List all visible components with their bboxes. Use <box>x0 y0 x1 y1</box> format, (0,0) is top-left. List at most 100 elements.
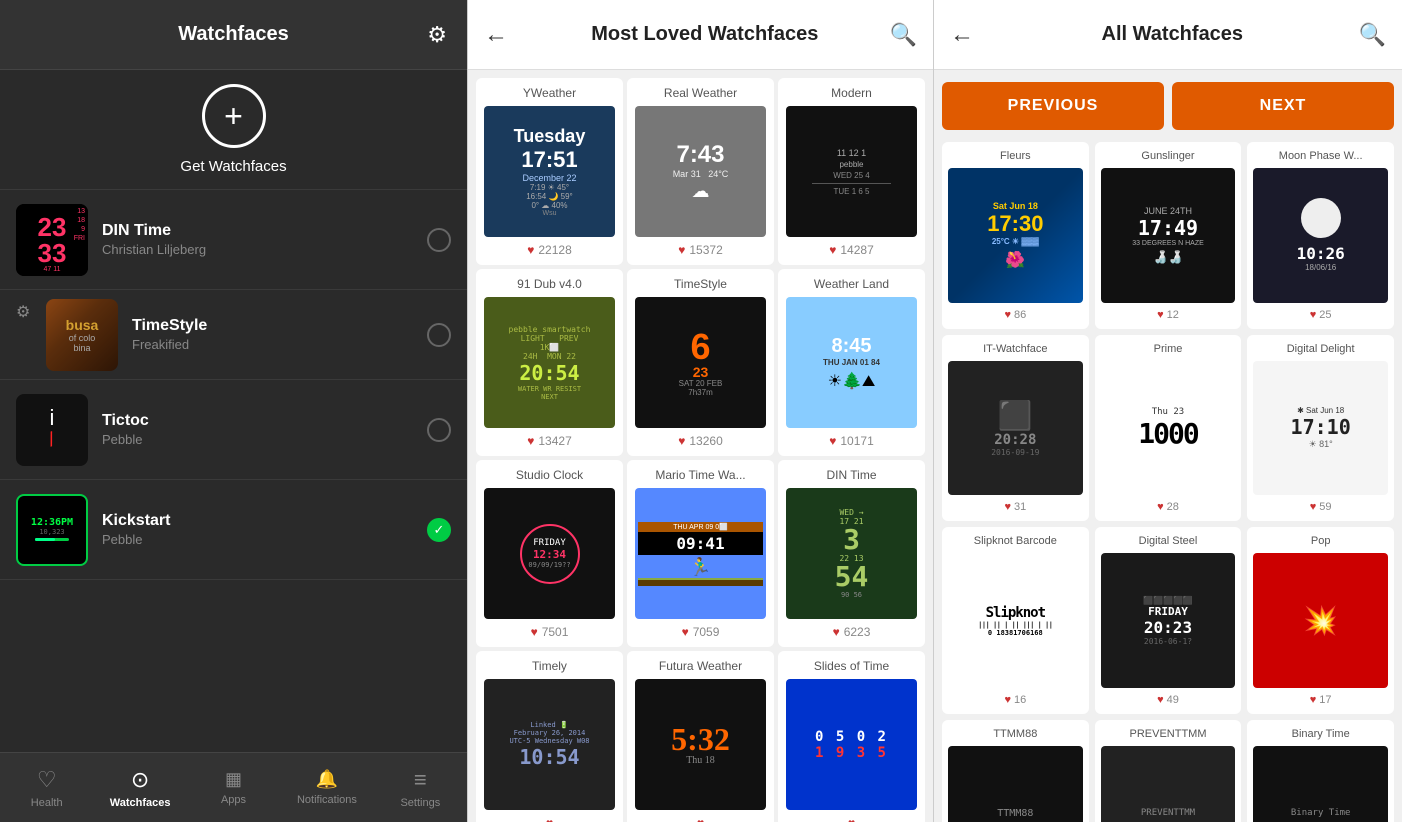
nav-label-apps: Apps <box>221 794 246 806</box>
list-item[interactable]: 91 Dub v4.0 pebble smartwatch LIGHT PREV… <box>476 269 623 456</box>
apps-icon: ▦ <box>225 769 242 790</box>
nav-item-settings[interactable]: ≡ Settings <box>374 767 467 809</box>
heart-icon: ♥ <box>848 816 855 822</box>
list-item[interactable]: DIN Time WED → 17 21 3 22 13 54 90 56 ♥ … <box>778 460 925 647</box>
watchface-radio[interactable] <box>427 418 451 442</box>
watchface-thumbnail: 6 23 SAT 20 FEB 7h37m <box>635 297 766 428</box>
watchface-thumbnail: JUNE 24TH 17:49 33 DEGREES N HAZE 🍶🍶 <box>1101 168 1236 303</box>
list-item[interactable]: Timely Linked 🔋 February 26, 2014 UTC-5 … <box>476 651 623 822</box>
watchface-thumbnail: Linked 🔋 February 26, 2014 UTC-5 Wednesd… <box>484 679 615 810</box>
list-item[interactable]: Weather Land 8:45 THU JAN 01 84 ☀🌲⛰ ♥ 10… <box>778 269 925 456</box>
watchface-thumbnail: 0 5 0 2 1 9 3 5 <box>786 679 917 810</box>
watchface-name: Pop <box>1253 535 1388 547</box>
notifications-icon: 🔔 <box>316 769 338 790</box>
list-item[interactable]: 23 33 13189FRI 47 11 DIN Time Christian … <box>0 190 467 290</box>
list-item[interactable]: Prime Thu 23 1000 ♥ 28 <box>1095 335 1242 522</box>
get-watchfaces-item[interactable]: + Get Watchfaces <box>0 70 467 190</box>
watchface-name: Gunslinger <box>1101 150 1236 162</box>
right-panel: ← All Watchfaces 🔍 PREVIOUS NEXT Fleurs … <box>934 0 1402 822</box>
watchface-thumbnail: 7:43 Mar 31 24°C ☁ <box>635 106 766 237</box>
watchfaces-icon: ⊙ <box>131 767 149 793</box>
list-item[interactable]: Slipknot Barcode Slipknot ||| || | || ||… <box>942 527 1089 714</box>
back-button[interactable]: ← <box>950 21 974 49</box>
list-item[interactable]: Studio Clock FRIDAY 12:34 09/09/19?? ♥ 7… <box>476 460 623 647</box>
watchface-radio-active[interactable] <box>427 518 451 542</box>
list-item[interactable]: Fleurs Sat Jun 18 17:30 25°C ☀ ▓▓▓ 🌺 ♥ 8… <box>942 142 1089 329</box>
list-item[interactable]: Mario Time Wa... THU APR 09 0⬜ 09:41 🏃‍♂… <box>627 460 774 647</box>
watchface-author: Pebble <box>102 432 427 447</box>
list-item[interactable]: TimeStyle 6 23 SAT 20 FEB 7h37m ♥ 13260 <box>627 269 774 456</box>
watchface-author: Freakified <box>132 337 427 352</box>
heart-icon: ♥ <box>1310 694 1317 706</box>
settings-icon[interactable]: ⚙ <box>427 22 447 48</box>
list-item[interactable]: 12:36PM 10,323 Kickstart Pebble <box>0 480 467 580</box>
list-item[interactable]: Digital Delight ✱ Sat Jun 18 17:10 ☀ 81°… <box>1247 335 1394 522</box>
watchface-name: Digital Steel <box>1101 535 1236 547</box>
heart-icon: ♥ <box>678 243 685 257</box>
next-button[interactable]: NEXT <box>1172 82 1394 130</box>
watchface-name: Digital Delight <box>1253 343 1388 355</box>
nav-item-apps[interactable]: ▦ Apps <box>187 769 280 806</box>
heart-icon: ♥ <box>829 243 836 257</box>
watchface-likes: ♥ <box>848 816 855 822</box>
list-item[interactable]: Digital Steel ⬛⬛⬛⬛⬛ FRIDAY 20:23 2016-06… <box>1095 527 1242 714</box>
list-item[interactable]: Binary Time Binary Time ♥ <box>1247 720 1394 822</box>
list-item[interactable]: PREVENTTMM PREVENTTMM ♥ <box>1095 720 1242 822</box>
watchface-author: Pebble <box>102 532 427 547</box>
list-item[interactable]: IT-Watchface ⬛ 20:28 2016-09-19 ♥ 31 <box>942 335 1089 522</box>
watchface-likes: ♥ 22128 <box>527 243 572 257</box>
list-item[interactable]: Modern 11 12 1 pebble WED 25 4 TUE 1 6 5… <box>778 78 925 265</box>
list-item[interactable]: Moon Phase W... 10:26 18/06/16 ♥ 25 <box>1247 142 1394 329</box>
watchface-radio[interactable] <box>427 228 451 252</box>
watchface-radio[interactable] <box>427 323 451 347</box>
back-button[interactable]: ← <box>484 21 508 49</box>
list-item[interactable]: Slides of Time 0 5 0 2 1 9 3 5 ♥ <box>778 651 925 822</box>
heart-icon: ♥ <box>1004 694 1011 706</box>
watchface-thumbnail: FRIDAY 12:34 09/09/19?? <box>484 488 615 619</box>
watchfaces-list: + Get Watchfaces 23 33 13189FRI 47 11 DI… <box>0 70 467 752</box>
list-item[interactable]: Futura Weather 5:32 Thu 18 ♥ <box>627 651 774 822</box>
watchface-name: Kickstart <box>102 512 427 530</box>
watchface-thumbnail: 11 12 1 pebble WED 25 4 TUE 1 6 5 <box>786 106 917 237</box>
search-button[interactable]: 🔍 <box>890 22 917 48</box>
heart-icon: ♥ <box>527 434 534 448</box>
nav-item-watchfaces[interactable]: ⊙ Watchfaces <box>93 767 186 809</box>
watchface-info: Kickstart Pebble <box>102 512 427 547</box>
watchface-name: PREVENTTMM <box>1101 728 1236 740</box>
plus-icon: + <box>224 100 243 132</box>
list-item[interactable]: TTMM88 TTMM88 ♥ <box>942 720 1089 822</box>
gear-icon[interactable]: ⚙ <box>16 302 30 322</box>
list-item[interactable]: YWeather Tuesday 17:51 December 22 7:19 … <box>476 78 623 265</box>
nav-label-health: Health <box>31 797 63 809</box>
watchface-thumbnail: Slipknot ||| || | || ||| | || 0 18381706… <box>948 553 1083 688</box>
list-item[interactable]: i / Tictoc Pebble <box>0 380 467 480</box>
list-item[interactable]: ⚙ busa of colo bina TimeStyle Freakified <box>0 290 467 380</box>
watchface-thumbnail: Thu 23 1000 <box>1101 361 1236 496</box>
watchface-likes: ♥ 12 <box>1157 309 1179 321</box>
search-button[interactable]: 🔍 <box>1359 22 1386 48</box>
all-watchfaces-grid: Fleurs Sat Jun 18 17:30 25°C ☀ ▓▓▓ 🌺 ♥ 8… <box>942 142 1394 822</box>
watchface-likes: ♥ <box>697 816 704 822</box>
middle-panel-title: Most Loved Watchfaces <box>520 23 890 46</box>
list-item[interactable]: Real Weather 7:43 Mar 31 24°C ☁ ♥ 15372 <box>627 78 774 265</box>
nav-buttons: PREVIOUS NEXT <box>942 82 1394 130</box>
previous-button[interactable]: PREVIOUS <box>942 82 1164 130</box>
nav-item-health[interactable]: ♡ Health <box>0 767 93 809</box>
watchface-name: Futura Weather <box>635 659 766 673</box>
right-content: PREVIOUS NEXT Fleurs Sat Jun 18 17:30 25… <box>934 70 1402 822</box>
watchface-thumbnail: busa of colo bina <box>46 299 118 371</box>
watchface-likes: ♥ 13427 <box>527 434 572 448</box>
watchface-thumbnail: 💥 <box>1253 553 1388 688</box>
left-panel-title: Watchfaces <box>178 23 288 46</box>
watchface-name: Real Weather <box>635 86 766 100</box>
heart-icon: ♥ <box>682 625 689 639</box>
list-item[interactable]: Pop 💥 ♥ 17 <box>1247 527 1394 714</box>
heart-icon: ♥ <box>546 816 553 822</box>
hamburger-icon: ≡ <box>414 767 427 793</box>
list-item[interactable]: Gunslinger JUNE 24TH 17:49 33 DEGREES N … <box>1095 142 1242 329</box>
watchface-info: Tictoc Pebble <box>102 412 427 447</box>
watchface-likes: ♥ 10171 <box>829 434 874 448</box>
bottom-nav: ♡ Health ⊙ Watchfaces ▦ Apps 🔔 Notificat… <box>0 752 467 822</box>
nav-item-notifications[interactable]: 🔔 Notifications <box>280 769 373 806</box>
watchface-name: Slides of Time <box>786 659 917 673</box>
